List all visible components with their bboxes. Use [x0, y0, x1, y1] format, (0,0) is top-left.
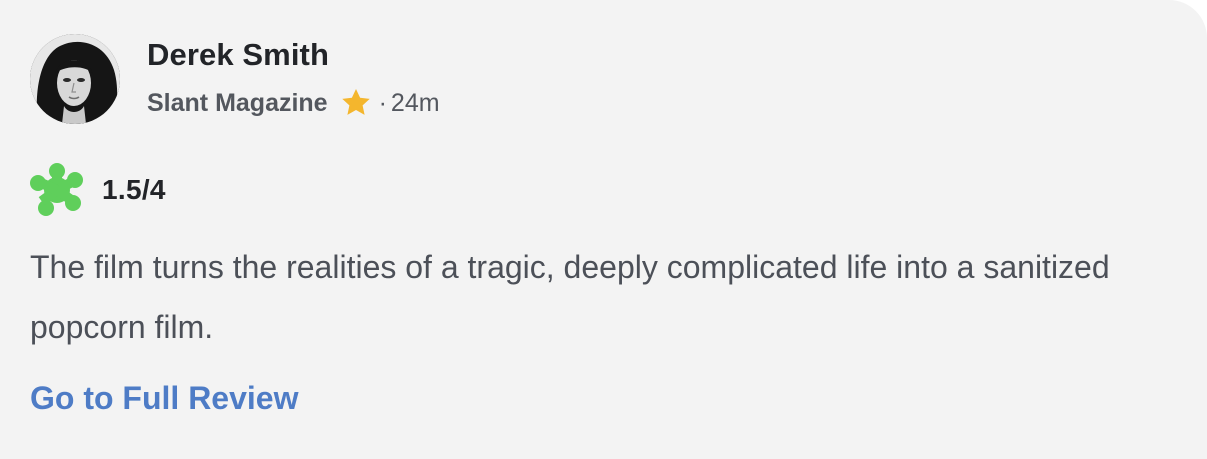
score-row: 1.5/4 — [28, 161, 166, 219]
critic-name[interactable]: Derek Smith — [147, 37, 329, 73]
review-card: Derek Smith Slant Magazine · 24m 1.5/4 T… — [0, 0, 1207, 459]
review-quote: The film turns the realities of a tragic… — [30, 249, 1110, 345]
critic-avatar[interactable] — [30, 34, 120, 124]
timestamp: 24m — [390, 88, 440, 117]
star-icon — [339, 86, 373, 120]
separator-dot: · — [378, 88, 387, 117]
full-review-link[interactable]: Go to Full Review — [30, 380, 298, 417]
publication-name[interactable]: Slant Magazine — [147, 89, 328, 118]
rotten-splat-icon — [28, 161, 86, 219]
review-score: 1.5/4 — [102, 174, 166, 205]
publication-line: Slant Magazine · 24m — [147, 86, 440, 120]
